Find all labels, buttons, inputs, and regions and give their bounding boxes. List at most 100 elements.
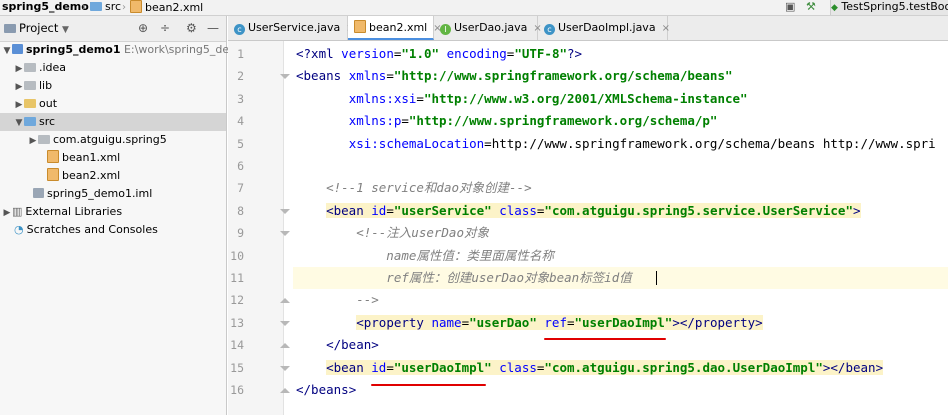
tree-item-external-libraries[interactable]: ▶ ▥ External Libraries (0, 203, 226, 221)
breadcrumb-sep-2: › (122, 2, 126, 13)
tab-bean2[interactable]: bean2.xml × (348, 16, 442, 40)
chevron-down-icon: ▼ (62, 25, 69, 35)
line-number-gutter: 1 2 3 4 5 6 7 8 9 10 11 12 13 14 15 16 (228, 41, 284, 415)
line-number: 4 (237, 114, 244, 129)
module-icon (12, 44, 23, 54)
breadcrumb-bar: spring5_demo1 › src › bean2.xml ▣ ⚒ ◆ Te… (0, 0, 948, 16)
xml-file-icon (130, 0, 142, 13)
line-number: 15 (230, 360, 244, 375)
tree-item-bean2[interactable]: bean2.xml (0, 167, 226, 185)
scratches-icon: ◔ (14, 223, 24, 236)
code-line[interactable]: ref属性：创建userDao对象bean标签id值 (296, 267, 631, 289)
tree-item-label: lib (39, 79, 53, 92)
breadcrumb-sep-1: › (82, 2, 86, 13)
chevron-right-icon[interactable]: ▶ (14, 60, 24, 78)
tree-item-src[interactable]: ▼ src (0, 113, 226, 131)
tree-item-label: com.atguigu.spring5 (53, 133, 167, 146)
tab-label: UserService.java (248, 21, 341, 34)
line-number: 11 (230, 271, 244, 285)
chevron-down-icon[interactable]: ▼ (2, 42, 12, 60)
chevron-right-icon[interactable]: ▶ (2, 204, 12, 222)
tab-label: UserDao.java (454, 21, 528, 34)
close-icon[interactable]: × (662, 23, 670, 34)
text-caret (656, 271, 657, 285)
fold-icon[interactable] (280, 298, 290, 304)
tree-item-project-root[interactable]: ▼ spring5_demo1 E:\work\spring5_demo1 (0, 41, 254, 60)
run-config-selector[interactable]: ◆ TestSpring5.testBoo (830, 0, 948, 15)
tree-item-label: spring5_demo1 (26, 43, 121, 56)
code-line[interactable]: <bean id="userService" class="com.atguig… (296, 200, 861, 222)
tree-item-label: .idea (39, 61, 67, 74)
code-line[interactable]: --> (296, 289, 379, 311)
tree-item-label: Scratches and Consoles (26, 223, 158, 236)
fold-icon[interactable] (280, 74, 290, 80)
line-number: 7 (237, 181, 244, 196)
fold-icon[interactable] (280, 208, 290, 214)
chevron-right-icon[interactable]: ▶ (28, 132, 38, 150)
line-number: 10 (230, 248, 244, 263)
chevron-down-icon[interactable]: ▼ (14, 114, 24, 132)
annotation-underline-id (371, 384, 486, 386)
class-icon: c (234, 24, 245, 35)
source-folder-icon (24, 117, 36, 126)
locate-icon[interactable]: ⊕ (138, 21, 148, 35)
tab-label: bean2.xml (369, 21, 428, 34)
gear-icon[interactable]: ⚙ (186, 21, 197, 35)
breadcrumb-folder[interactable]: src (90, 0, 121, 15)
project-icon (4, 24, 16, 33)
code-line[interactable]: name属性值：类里面属性名称 (296, 245, 554, 267)
code-line[interactable]: </bean> (296, 334, 379, 356)
code-line[interactable]: <?xml version="1.0" encoding="UTF-8"?> (296, 43, 582, 65)
line-number: 13 (230, 315, 244, 330)
collapse-all-icon[interactable]: ÷ (160, 21, 170, 35)
fold-icon[interactable] (280, 365, 290, 371)
code-line[interactable]: xmlns:xsi="http://www.w3.org/2001/XMLSch… (296, 88, 748, 110)
chevron-right-icon[interactable]: ▶ (14, 78, 24, 96)
run-config-label: TestSpring5.testBoo (841, 0, 948, 13)
project-panel-header: Project ▼ ⊕ ÷ ⚙ — (0, 16, 226, 42)
folder-icon (24, 81, 36, 90)
tree-item-label: spring5_demo1.iml (47, 187, 153, 200)
chevron-right-icon[interactable]: ▶ (14, 96, 24, 114)
project-panel: Project ▼ ⊕ ÷ ⚙ — ▼ spring5_demo1 E:\work… (0, 16, 254, 415)
tab-label: UserDaoImpl.java (558, 21, 656, 34)
tree-item-idea[interactable]: ▶ .idea (0, 59, 226, 77)
tree-item-bean1[interactable]: bean1.xml (0, 149, 226, 167)
tree-item-label: bean1.xml (62, 151, 121, 164)
tree-item-label: External Libraries (25, 205, 123, 218)
tab-userdaoimpl[interactable]: c UserDaoImpl.java × (538, 16, 670, 40)
breadcrumb-folder-label: src (105, 0, 122, 13)
annotation-underline-ref (544, 338, 666, 340)
code-line[interactable]: <beans xmlns="http://www.springframework… (296, 65, 733, 87)
tree-item-scratches[interactable]: ◔ Scratches and Consoles (0, 221, 226, 239)
tree-item-lib[interactable]: ▶ lib (0, 77, 226, 95)
xml-file-icon (47, 150, 59, 163)
code-editor[interactable]: 1 2 3 4 5 6 7 8 9 10 11 12 13 14 15 16 <?xml version="1… (228, 41, 948, 415)
code-line[interactable]: <bean id="userDaoImpl" class="com.atguig… (296, 357, 884, 379)
fold-icon[interactable] (280, 320, 290, 326)
code-line[interactable]: xmlns:p="http://www.springframework.org/… (296, 110, 718, 132)
tree-item-iml[interactable]: spring5_demo1.iml (0, 185, 226, 203)
tree-item-package[interactable]: ▶ com.atguigu.spring5 (0, 131, 226, 149)
iml-file-icon (33, 188, 44, 198)
line-number: 12 (230, 293, 244, 308)
fold-icon[interactable] (280, 231, 290, 237)
tab-userdao[interactable]: I UserDao.java × (434, 16, 542, 40)
code-line[interactable]: </beans> (296, 379, 356, 401)
layout-icon[interactable]: ▣ (785, 0, 795, 15)
fold-icon[interactable] (280, 388, 290, 393)
line-number: 8 (237, 203, 244, 218)
code-line[interactable]: <!--注入userDao对象 (296, 222, 489, 244)
tree-item-label: bean2.xml (62, 169, 121, 182)
tree-item-out[interactable]: ▶ out (0, 95, 226, 113)
project-view-selector[interactable]: Project ▼ (4, 21, 69, 35)
hide-panel-icon[interactable]: — (207, 21, 219, 35)
tab-userservice[interactable]: cUserService.java× (228, 16, 355, 40)
build-hammer-icon[interactable]: ⚒ (806, 0, 816, 15)
code-line[interactable]: <!--1 service和dao对象创建--> (296, 177, 532, 199)
line-number: 6 (237, 159, 244, 173)
code-line[interactable]: <property name="userDao" ref="userDaoImp… (296, 312, 763, 334)
code-line[interactable]: xsi:schemaLocation=http://www.springfram… (296, 133, 936, 155)
fold-icon[interactable] (280, 343, 290, 349)
breadcrumb-file[interactable]: bean2.xml (130, 0, 203, 15)
